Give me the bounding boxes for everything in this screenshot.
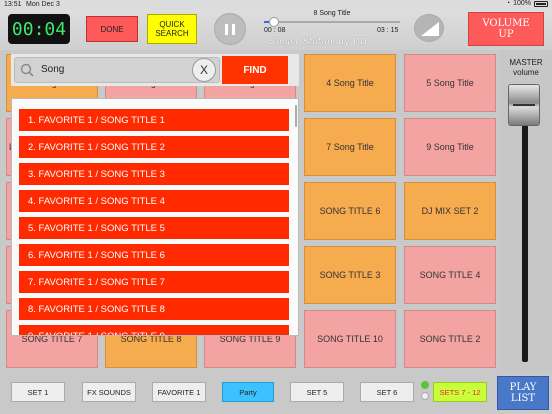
pad-c5r5[interactable]: SONG TITLE 2 xyxy=(404,310,496,368)
search-result-item[interactable]: 9. FAVORITE 1 / SONG TITLE 9 xyxy=(19,325,289,335)
status-date: Mon Dec 3 xyxy=(26,1,60,8)
pad-label: SONG TITLE 2 xyxy=(419,334,481,344)
pad-c4r1[interactable]: 4 Song Title xyxy=(304,54,396,112)
clear-search-button[interactable]: X xyxy=(192,58,216,82)
pad-label: 5 Song Title xyxy=(426,78,474,88)
search-result-item[interactable]: 3. FAVORITE 1 / SONG TITLE 3 xyxy=(19,163,289,185)
pad-c5r2[interactable]: 9 Song Title xyxy=(404,118,496,176)
tab-party[interactable]: Party xyxy=(222,382,274,402)
search-result-item[interactable]: 4. FAVORITE 1 / SONG TITLE 4 xyxy=(19,190,289,212)
volume-ramp-button[interactable] xyxy=(414,14,444,42)
pad-c5r3[interactable]: DJ MIX SET 2 xyxy=(404,182,496,240)
pad-label: 7 Song Title xyxy=(326,142,374,152)
wifi-icon: ◔ xyxy=(505,0,511,7)
find-button[interactable]: FIND xyxy=(222,56,288,84)
search-icon xyxy=(20,63,34,77)
search-result-item[interactable]: 6. FAVORITE 1 / SONG TITLE 6 xyxy=(19,244,289,266)
pad-label: 9 Song Title xyxy=(426,142,474,152)
pause-icon xyxy=(225,23,228,35)
led-indicator-on xyxy=(421,381,429,389)
search-input[interactable]: Song xyxy=(14,57,220,83)
playlist-label-2: LIST xyxy=(510,393,536,404)
progress-thumb[interactable] xyxy=(269,17,280,27)
pad-c4r4[interactable]: SONG TITLE 3 xyxy=(304,246,396,304)
pause-icon-bar xyxy=(232,23,235,35)
led-indicator-off xyxy=(421,392,429,400)
total-time: 03 : 15 xyxy=(377,27,399,34)
progress-track[interactable] xyxy=(264,21,400,23)
bottom-bar: SET 1 FX SOUNDS FAVORITE 1 Party SET 5 S… xyxy=(0,372,552,414)
status-right: ◔ 100% xyxy=(506,0,548,7)
tab-favorite-1[interactable]: FAVORITE 1 xyxy=(152,382,206,402)
pad-label: SONG TITLE 3 xyxy=(319,270,381,280)
pause-button[interactable] xyxy=(214,13,246,45)
now-playing-title: 8 Song Title xyxy=(313,10,351,17)
volume-up-button[interactable]: VOLUME UP xyxy=(468,12,544,46)
app-signature: Singer Station by V.D. xyxy=(270,37,370,46)
search-result-item[interactable]: 7. FAVORITE 1 / SONG TITLE 7 xyxy=(19,271,289,293)
pad-c4r5[interactable]: SONG TITLE 10 xyxy=(304,310,396,368)
search-result-item[interactable]: 2. FAVORITE 1 / SONG TITLE 2 xyxy=(19,136,289,158)
pad-label: SONG TITLE 10 xyxy=(317,334,383,344)
master-volume-panel: MASTER volume xyxy=(500,50,552,372)
pad-label: DJ MIX SET 2 xyxy=(421,206,479,216)
pad-c5r1[interactable]: 5 Song Title xyxy=(404,54,496,112)
volume-up-label-1: VOLUME xyxy=(482,18,530,29)
quick-search-button[interactable]: QUICK SEARCH xyxy=(147,14,197,44)
pad-label: SONG TITLE 4 xyxy=(419,270,481,280)
search-result-item[interactable]: 8. FAVORITE 1 / SONG TITLE 8 xyxy=(19,298,289,320)
pad-c4r2[interactable]: 7 Song Title xyxy=(304,118,396,176)
playlist-button[interactable]: PLAY LIST xyxy=(497,376,549,410)
pad-c4r3[interactable]: SONG TITLE 6 xyxy=(304,182,396,240)
tab-set-1[interactable]: SET 1 xyxy=(11,382,65,402)
master-volume-label: MASTER volume xyxy=(500,58,552,78)
done-button[interactable]: DONE xyxy=(86,16,138,42)
search-result-item[interactable]: 1. FAVORITE 1 / SONG TITLE 1 xyxy=(19,109,289,131)
results-scrollbar[interactable] xyxy=(295,105,297,127)
search-results-list[interactable]: 1. FAVORITE 1 / SONG TITLE 1 2. FAVORITE… xyxy=(11,98,299,336)
tab-fx-sounds[interactable]: FX SOUNDS xyxy=(82,382,136,402)
status-bar: 13:51 Mon Dec 3 ◔ 100% xyxy=(0,0,552,10)
elapsed-time: 00 : 08 xyxy=(264,27,286,34)
tab-set-5[interactable]: SET 5 xyxy=(290,382,344,402)
set-page-indicator xyxy=(421,380,431,404)
master-label-1: MASTER xyxy=(509,58,543,67)
search-result-item[interactable]: 5. FAVORITE 1 / SONG TITLE 5 xyxy=(19,217,289,239)
pad-label: SONG TITLE 6 xyxy=(319,206,381,216)
search-query: Song xyxy=(41,64,65,75)
sets-range-button[interactable]: SETS 7 - 12 xyxy=(433,382,487,402)
tab-set-6[interactable]: SET 6 xyxy=(360,382,414,402)
master-volume-knob[interactable] xyxy=(508,84,540,126)
battery-icon xyxy=(534,0,548,7)
master-label-2: volume xyxy=(513,68,539,77)
top-toolbar: 00:04 DONE QUICK SEARCH 8 Song Title 00 :… xyxy=(0,10,552,50)
status-time: 13:51 xyxy=(4,1,22,8)
battery-percent: 100% xyxy=(513,0,531,7)
elapsed-timer: 00:04 xyxy=(8,14,70,44)
master-volume-rail[interactable] xyxy=(522,110,528,362)
pad-c5r4[interactable]: SONG TITLE 4 xyxy=(404,246,496,304)
quick-search-label-2: SEARCH xyxy=(155,29,189,38)
close-icon: X xyxy=(199,63,208,77)
playlist-label-1: PLAY xyxy=(509,382,537,393)
quick-search-label-1: QUICK xyxy=(159,20,185,29)
volume-ramp-icon xyxy=(421,22,439,36)
volume-up-label-2: UP xyxy=(498,29,514,40)
pad-label: 4 Song Title xyxy=(326,78,374,88)
